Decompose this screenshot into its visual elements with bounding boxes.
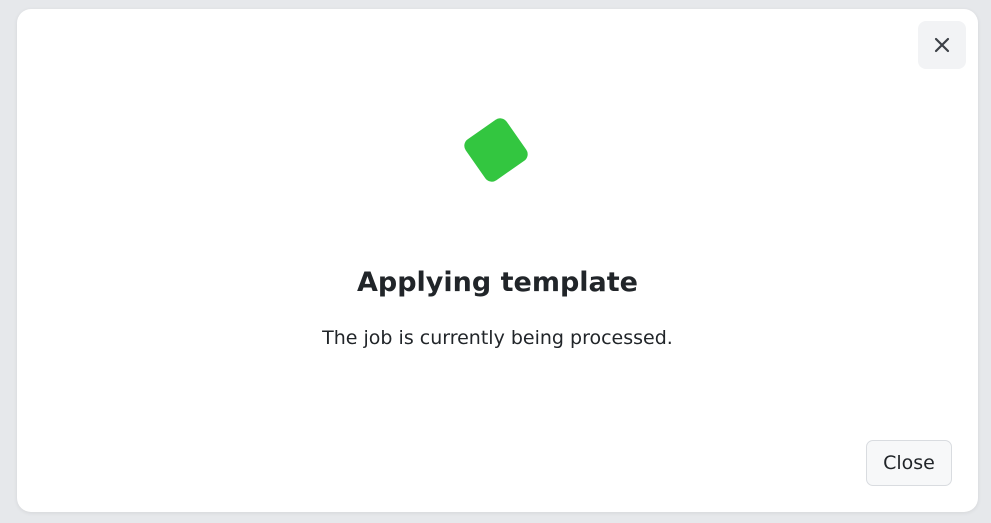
close-button[interactable]: Close: [866, 440, 952, 486]
close-icon: [934, 37, 950, 53]
dialog-title: Applying template: [357, 267, 638, 298]
processing-dialog: Applying template The job is currently b…: [17, 9, 978, 512]
dialog-close-x-button[interactable]: [918, 21, 966, 69]
loading-spinner-icon: [461, 115, 531, 185]
dialog-message: The job is currently being processed.: [322, 327, 673, 349]
